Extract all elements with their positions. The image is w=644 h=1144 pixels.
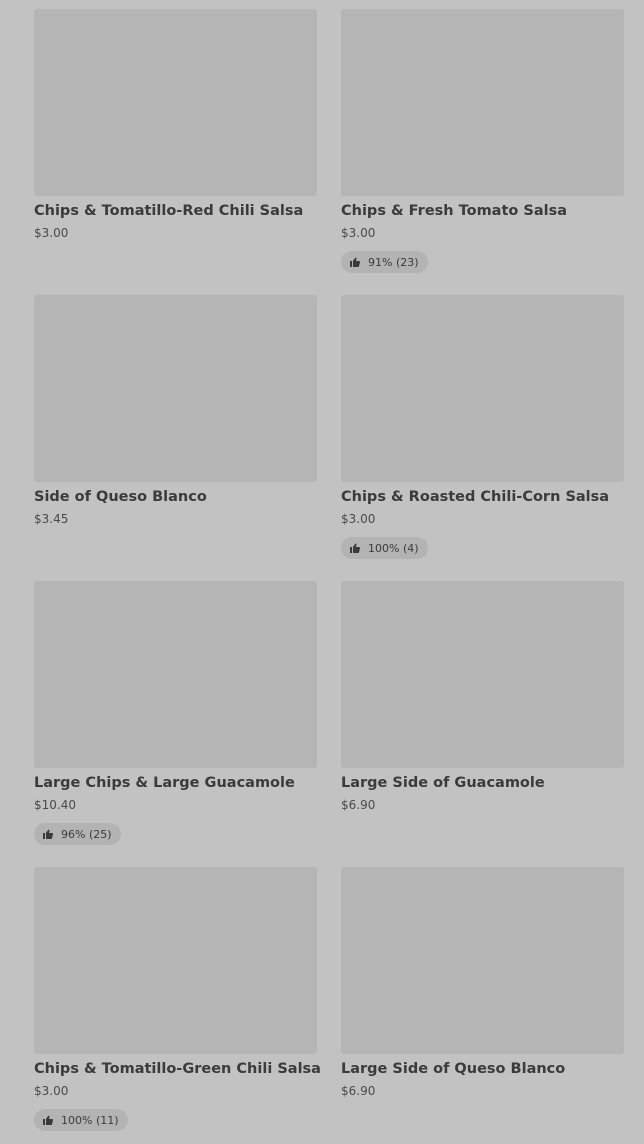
menu-items-grid: Chips & Tomatillo-Red Chili Salsa $3.00 … <box>0 0 644 1144</box>
menu-item-card[interactable]: Chips & Roasted Chili-Corn Salsa $3.00 1… <box>341 295 624 559</box>
menu-item-name: Chips & Tomatillo-Red Chili Salsa <box>34 203 304 219</box>
rating-badge: 91% (23) <box>341 251 428 273</box>
rating-text: 91% (23) <box>368 255 419 269</box>
menu-item-card[interactable]: Large Side of Guacamole $6.90 <box>341 581 624 812</box>
thumbs-up-icon <box>350 543 361 553</box>
rating-badge: 96% (25) <box>34 823 121 845</box>
rating-text: 100% (4) <box>368 541 419 555</box>
menu-item-image[interactable] <box>341 867 624 1054</box>
menu-item-card[interactable]: Chips & Tomatillo-Green Chili Salsa $3.0… <box>34 867 321 1131</box>
menu-item-price: $3.45 <box>34 512 69 526</box>
menu-item-name: Large Chips & Large Guacamole <box>34 775 295 791</box>
thumbs-up-icon <box>43 1115 54 1125</box>
menu-item-image[interactable] <box>34 295 317 482</box>
menu-item-image[interactable] <box>341 581 624 768</box>
menu-item-name: Chips & Roasted Chili-Corn Salsa <box>341 489 610 505</box>
menu-item-card[interactable]: Chips & Fresh Tomato Salsa $3.00 91% (23… <box>341 9 624 273</box>
rating-badge: 100% (11) <box>34 1109 128 1131</box>
rating-text: 100% (11) <box>61 1113 119 1127</box>
menu-item-price: $3.00 <box>341 226 376 240</box>
menu-item-image[interactable] <box>34 581 317 768</box>
thumbs-up-icon <box>43 829 54 839</box>
menu-item-price: $3.00 <box>341 512 376 526</box>
menu-item-name: Chips & Fresh Tomato Salsa <box>341 203 568 219</box>
menu-item-image[interactable] <box>34 867 317 1054</box>
menu-item-price: $6.90 <box>341 798 376 812</box>
menu-item-price: $6.90 <box>341 1084 376 1098</box>
menu-item-card[interactable]: Chips & Tomatillo-Red Chili Salsa $3.00 <box>34 9 317 240</box>
menu-item-card[interactable]: Large Side of Queso Blanco $6.90 <box>341 867 624 1098</box>
menu-item-price: $10.40 <box>34 798 76 812</box>
rating-badge: 100% (4) <box>341 537 428 559</box>
menu-item-image[interactable] <box>341 295 624 482</box>
thumbs-up-icon <box>350 257 361 267</box>
menu-item-name: Large Side of Queso Blanco <box>341 1061 566 1077</box>
menu-item-name: Side of Queso Blanco <box>34 489 207 505</box>
menu-item-card[interactable]: Large Chips & Large Guacamole $10.40 96%… <box>34 581 317 845</box>
menu-item-image[interactable] <box>341 9 624 196</box>
menu-item-image[interactable] <box>34 9 317 196</box>
menu-item-price: $3.00 <box>34 1084 69 1098</box>
rating-text: 96% (25) <box>61 827 112 841</box>
menu-item-name: Large Side of Guacamole <box>341 775 545 791</box>
menu-item-name: Chips & Tomatillo-Green Chili Salsa <box>34 1061 321 1077</box>
menu-item-price: $3.00 <box>34 226 69 240</box>
menu-item-card[interactable]: Side of Queso Blanco $3.45 <box>34 295 317 526</box>
